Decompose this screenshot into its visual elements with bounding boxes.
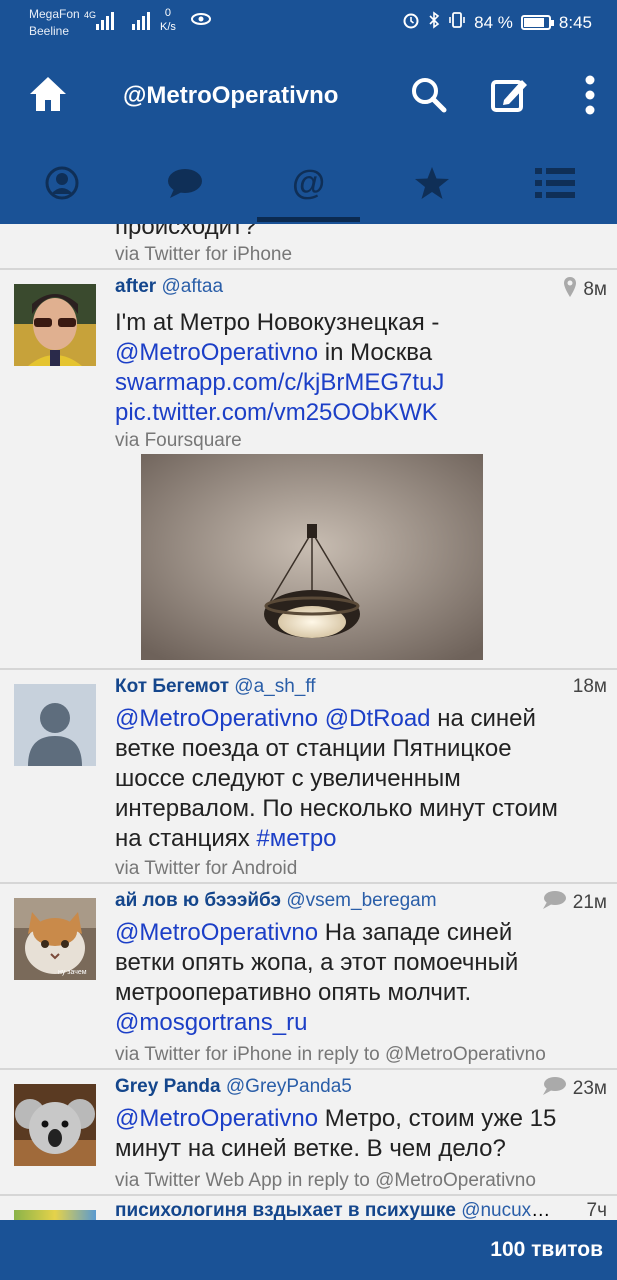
avatar[interactable]: [14, 284, 96, 366]
tweet-text: @MetroOperativno На западе синей ветки о…: [115, 918, 605, 1038]
tweet-meta: 18м: [573, 676, 607, 698]
tweet-item[interactable]: ну зачем ай лов ю бэээйбэ @vsem_beregam …: [0, 884, 617, 1070]
tab-lists[interactable]: [494, 146, 617, 224]
network-type: 4G: [84, 10, 97, 20]
tweet-header: after @aftaa: [115, 276, 603, 298]
carrier-2: Beeline: [29, 24, 70, 38]
search-icon[interactable]: [410, 76, 448, 114]
signal-2-icon: [132, 12, 150, 30]
compose-icon[interactable]: [490, 76, 530, 114]
mention-link[interactable]: @MetroOperativno: [115, 919, 318, 946]
tweet-item[interactable]: Grey Panda @GreyPanda5 23м @MetroOperati…: [0, 1070, 617, 1196]
bluetooth-icon: [428, 11, 440, 34]
url-link[interactable]: pic.twitter.com/vm25OObKWK: [115, 398, 605, 428]
tweet-time: 23м: [572, 1078, 607, 1099]
user-name[interactable]: Кот Бегемот: [115, 676, 229, 697]
mention-link[interactable]: @MetroOperativno: [115, 1105, 318, 1132]
tweet-source: via Twitter for Android: [115, 858, 298, 879]
tweet-text: I'm at Метро Новокузнецкая - @MetroOpera…: [115, 308, 605, 428]
signal-icon: [96, 12, 114, 30]
avatar[interactable]: [14, 1210, 96, 1220]
tab-bar: @: [0, 146, 617, 224]
clock: 8:45: [558, 12, 592, 32]
tweet-feed[interactable]: происходит? via Twitter for iPhone after…: [0, 224, 617, 1220]
tweet-meta: 7ч: [587, 1200, 607, 1220]
avatar-caption: ну зачем: [58, 969, 87, 976]
tweet-time: 8м: [583, 279, 607, 300]
alarm-icon: [402, 11, 420, 34]
tweet-text: @MetroOperativno @DtRoad на синей ветке …: [115, 705, 558, 852]
reply-bubble-icon: [541, 1076, 567, 1102]
tweet-time: 18м: [572, 676, 607, 697]
tweet-header: Grey Panda @GreyPanda5: [115, 1076, 603, 1098]
tweet-header: писихологиня вздыхает в психушке @nucuxo…: [115, 1200, 557, 1220]
tweet-header: ай лов ю бэээйбэ @vsem_beregam: [115, 890, 527, 912]
user-handle[interactable]: @vsem_beregam: [286, 890, 436, 911]
avatar[interactable]: ну зачем: [14, 898, 96, 980]
user-name[interactable]: Grey Panda: [115, 1076, 221, 1097]
user-name[interactable]: ай лов ю бэээйбэ: [115, 890, 281, 911]
home-icon[interactable]: [27, 74, 69, 114]
tweet-source: via Foursquare: [115, 430, 242, 451]
tab-profile[interactable]: [0, 146, 123, 224]
mention-link[interactable]: @mosgortrans_ru: [115, 1008, 605, 1038]
tweet-meta: 8м: [563, 276, 607, 304]
url-link[interactable]: swarmapp.com/c/kjBrMEG7tuJ: [115, 368, 605, 398]
user-handle[interactable]: @nucuxol...: [461, 1200, 557, 1220]
tweet-item[interactable]: after @aftaa 8м I'm at Метро Новокузнецк…: [0, 270, 617, 670]
tab-messages[interactable]: [123, 146, 246, 224]
vibrate-icon: [448, 11, 466, 34]
chat-bubble-icon: [166, 167, 204, 204]
tweet-text: @MetroOperativno Метро, стоим уже 15 мин…: [115, 1105, 557, 1162]
eye-comfort-icon: [190, 11, 212, 32]
net-speed: 0 K/s: [160, 7, 176, 33]
mention-link[interactable]: @MetroOperativno: [115, 705, 318, 732]
star-icon: [414, 166, 450, 205]
tweet-header: Кот Бегемот @a_sh_ff: [115, 676, 603, 698]
battery-percent: 84 %: [474, 12, 513, 32]
tweet-time: 21м: [572, 892, 607, 913]
mention-link[interactable]: @MetroOperativno: [115, 339, 318, 366]
user-handle[interactable]: @GreyPanda5: [226, 1076, 352, 1097]
list-icon: [535, 167, 576, 204]
media-thumbnail[interactable]: [141, 454, 483, 660]
app-bar: @MetroOperativno: [0, 46, 617, 146]
hashtag-link[interactable]: #метро: [256, 825, 336, 852]
tweet-source: via Twitter Web App in reply to @MetroOp…: [115, 1170, 536, 1191]
at-icon: @: [291, 163, 326, 202]
tweet-source: via Twitter for iPhone in reply to @Metr…: [115, 1044, 546, 1065]
more-vertical-icon[interactable]: [580, 74, 600, 116]
page-title: @MetroOperativno: [123, 82, 339, 109]
avatar[interactable]: [14, 1084, 96, 1166]
battery-icon: [520, 15, 554, 30]
user-handle[interactable]: @a_sh_ff: [234, 676, 315, 697]
tweet-time: 7ч: [586, 1200, 607, 1220]
carrier-labels: MegaFon Beeline: [29, 6, 80, 40]
tab-favorites[interactable]: [370, 146, 493, 224]
tweet-source: via Twitter for iPhone: [115, 244, 293, 265]
mention-link[interactable]: @DtRoad: [325, 705, 431, 732]
tweet-item[interactable]: Кот Бегемот @a_sh_ff 18м @MetroOperativn…: [0, 670, 617, 884]
tweet-text: происходит?: [115, 224, 257, 240]
tab-mentions[interactable]: @: [247, 146, 370, 224]
carrier-1: MegaFon: [29, 7, 80, 21]
location-pin-icon: [563, 276, 577, 304]
tweet-item-partial[interactable]: писихологиня вздыхает в психушке @nucuxo…: [0, 1196, 617, 1220]
reply-bubble-icon: [541, 890, 567, 916]
tweet-partial-top[interactable]: происходит? via Twitter for iPhone: [0, 224, 617, 270]
tweet-meta: 21м: [541, 890, 607, 916]
user-handle[interactable]: @aftaa: [161, 276, 223, 297]
status-bar: MegaFon Beeline 4G 0 K/s 84 % 8:45: [0, 0, 617, 46]
avatar[interactable]: [14, 684, 96, 766]
bottom-bar[interactable]: 100 твитов: [0, 1220, 617, 1280]
tweet-meta: 23м: [541, 1076, 607, 1102]
profile-icon: [45, 166, 79, 205]
user-name[interactable]: писихологиня вздыхает в психушке: [115, 1200, 456, 1220]
tweet-count[interactable]: 100 твитов: [490, 1238, 603, 1262]
user-name[interactable]: after: [115, 276, 156, 297]
